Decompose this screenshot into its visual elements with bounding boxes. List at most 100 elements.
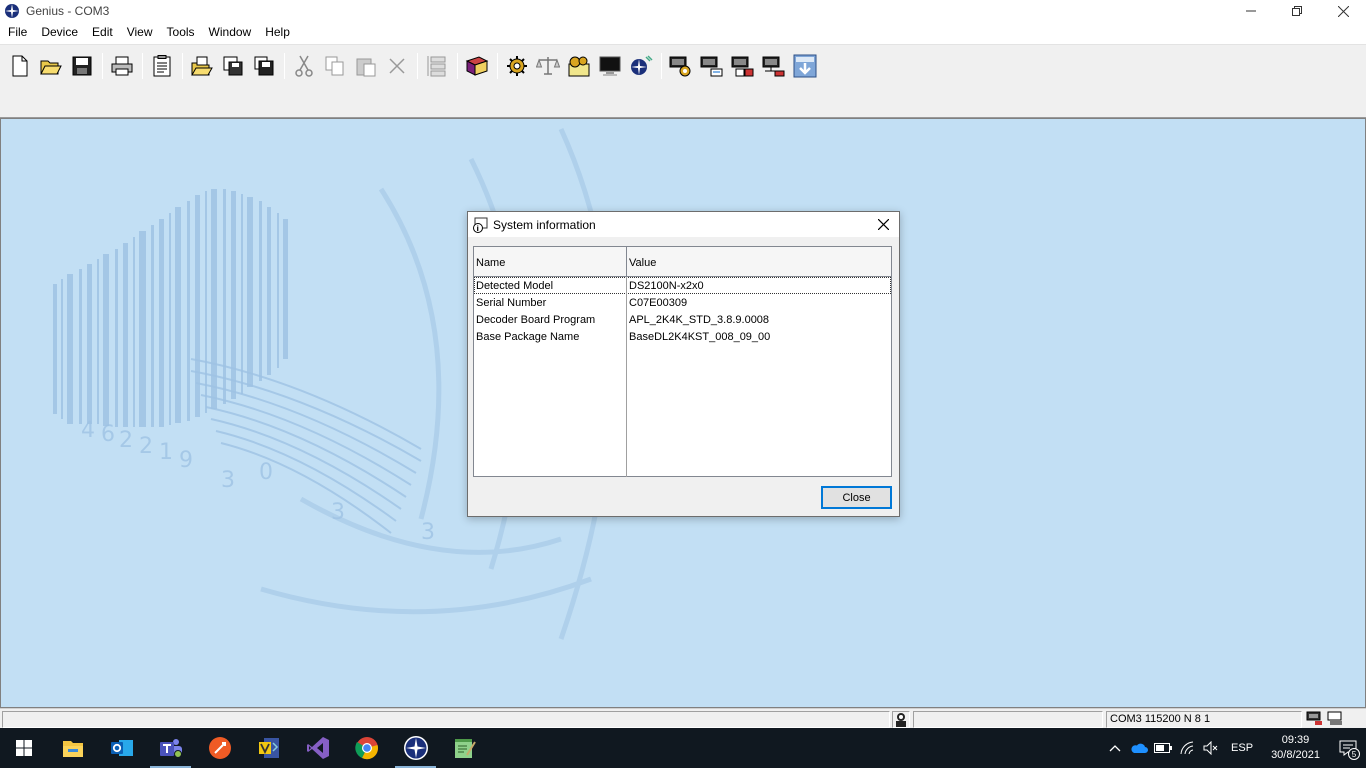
onedrive-tray-button[interactable] xyxy=(1127,728,1151,768)
taskbar-visio[interactable] xyxy=(244,728,293,768)
main-toolbar xyxy=(0,44,1366,86)
taskbar-visual-studio[interactable] xyxy=(293,728,342,768)
gear-button[interactable] xyxy=(503,52,531,80)
system-info-list[interactable]: Name Value Detected Model DS2100N-x2x0 S… xyxy=(473,246,892,477)
toolbar-separator xyxy=(661,52,662,79)
paste-icon xyxy=(356,58,376,76)
save-config-button[interactable] xyxy=(250,52,278,80)
menu-window[interactable]: Window xyxy=(202,22,259,42)
list-row-decoder-board-program[interactable]: Decoder Board Program APL_2K4K_STD_3.8.9… xyxy=(474,311,891,328)
taskbar-teams[interactable] xyxy=(146,728,195,768)
notification-count-badge: 5 xyxy=(1348,748,1360,760)
download-icon xyxy=(793,54,817,77)
close-icon xyxy=(877,219,889,230)
close-icon xyxy=(1337,5,1349,17)
clock[interactable]: 09:39 30/8/2021 xyxy=(1261,733,1330,763)
open-folder-button[interactable] xyxy=(37,52,65,80)
menu-tools[interactable]: Tools xyxy=(160,22,202,42)
align-button[interactable] xyxy=(423,52,451,80)
row-value: BaseDL2K4KST_008_09_00 xyxy=(629,330,771,343)
taskbar-notepad[interactable] xyxy=(440,728,489,768)
row-value: C07E00309 xyxy=(629,296,688,309)
list-row-detected-model[interactable]: Detected Model DS2100N-x2x0 xyxy=(474,277,891,294)
status-port: COM3 115200 N 8 1 xyxy=(1106,711,1302,728)
menu-edit[interactable]: Edit xyxy=(85,22,120,42)
taskbar-chrome[interactable] xyxy=(342,728,391,768)
status-pane-empty xyxy=(913,711,1103,728)
balance-icon xyxy=(536,56,560,75)
list-row-serial-number[interactable]: Serial Number C07E00309 xyxy=(474,294,891,311)
taskbar-genius[interactable] xyxy=(391,728,440,768)
delete-button[interactable] xyxy=(383,52,411,80)
terminal-button[interactable] xyxy=(596,52,624,80)
copy-config-button[interactable] xyxy=(219,52,247,80)
settings-button[interactable] xyxy=(565,52,593,80)
print-button[interactable] xyxy=(108,52,136,80)
status-device-icons xyxy=(1306,711,1344,726)
paste-button[interactable] xyxy=(352,52,380,80)
print-icon xyxy=(111,56,133,75)
open-config-button[interactable] xyxy=(188,52,216,80)
copy-button[interactable] xyxy=(321,52,349,80)
device-gear-button[interactable] xyxy=(667,52,695,80)
list-body: Detected Model DS2100N-x2x0 Serial Numbe… xyxy=(474,277,891,477)
close-button[interactable]: Close xyxy=(821,486,892,509)
status-pane-user xyxy=(892,711,910,728)
genius-icon xyxy=(631,54,653,75)
restore-button[interactable] xyxy=(1274,0,1320,22)
battery-tray-button[interactable] xyxy=(1151,728,1175,768)
menu-help[interactable]: Help xyxy=(258,22,297,42)
teams-icon xyxy=(159,739,182,758)
help-book-button[interactable] xyxy=(463,52,491,80)
open-config-icon xyxy=(191,56,213,75)
cut-icon xyxy=(295,55,313,77)
device-network-button[interactable] xyxy=(760,52,788,80)
device-receive-button[interactable] xyxy=(729,52,757,80)
svg-text:9: 9 xyxy=(179,448,193,473)
row-value: APL_2K4K_STD_3.8.9.0008 xyxy=(629,313,770,326)
taskbar-postman[interactable] xyxy=(195,728,244,768)
wifi-tray-button[interactable] xyxy=(1175,728,1199,768)
window-title: Genius - COM3 xyxy=(26,4,110,18)
toolbar-separator xyxy=(284,52,285,79)
toolbar-separator xyxy=(142,52,143,79)
download-button[interactable] xyxy=(791,52,819,80)
input-language[interactable]: ESP xyxy=(1223,742,1261,754)
taskbar-file-explorer[interactable] xyxy=(48,728,97,768)
save-button[interactable] xyxy=(68,52,96,80)
new-file-button[interactable] xyxy=(6,52,34,80)
list-row-base-package-name[interactable]: Base Package Name BaseDL2K4KST_008_09_00 xyxy=(474,328,891,345)
toolbar-separator xyxy=(102,52,103,79)
column-header-name[interactable]: Name xyxy=(474,247,627,276)
taskbar-outlook[interactable] xyxy=(97,728,146,768)
show-hidden-icons-button[interactable] xyxy=(1103,728,1127,768)
menu-file[interactable]: File xyxy=(1,22,34,42)
row-name: Serial Number xyxy=(476,296,547,309)
minimize-button[interactable] xyxy=(1228,0,1274,22)
svg-text:0: 0 xyxy=(259,460,273,485)
device-network-icon xyxy=(762,56,785,76)
clock-date: 30/8/2021 xyxy=(1271,749,1320,761)
properties-button[interactable] xyxy=(148,52,176,80)
copy-icon xyxy=(325,56,344,75)
device-send-button[interactable] xyxy=(698,52,726,80)
balance-button[interactable] xyxy=(534,52,562,80)
volume-tray-button[interactable] xyxy=(1199,728,1223,768)
close-window-button[interactable] xyxy=(1320,0,1366,22)
book-icon xyxy=(465,55,489,76)
menu-device[interactable]: Device xyxy=(34,22,85,42)
save-icon xyxy=(72,56,92,75)
column-header-value[interactable]: Value xyxy=(627,247,891,276)
chrome-icon xyxy=(354,737,378,760)
action-center-button[interactable]: 5 xyxy=(1330,728,1366,768)
align-icon xyxy=(427,55,446,76)
gear-icon xyxy=(507,55,527,76)
restore-icon xyxy=(1292,6,1302,16)
toolbar-separator xyxy=(182,52,183,79)
start-button[interactable] xyxy=(0,728,48,768)
genius-button[interactable] xyxy=(627,52,655,80)
cut-button[interactable] xyxy=(290,52,318,80)
menu-view[interactable]: View xyxy=(120,22,160,42)
dialog-close-x-button[interactable] xyxy=(871,214,895,235)
dialog-title: System information xyxy=(493,217,596,232)
